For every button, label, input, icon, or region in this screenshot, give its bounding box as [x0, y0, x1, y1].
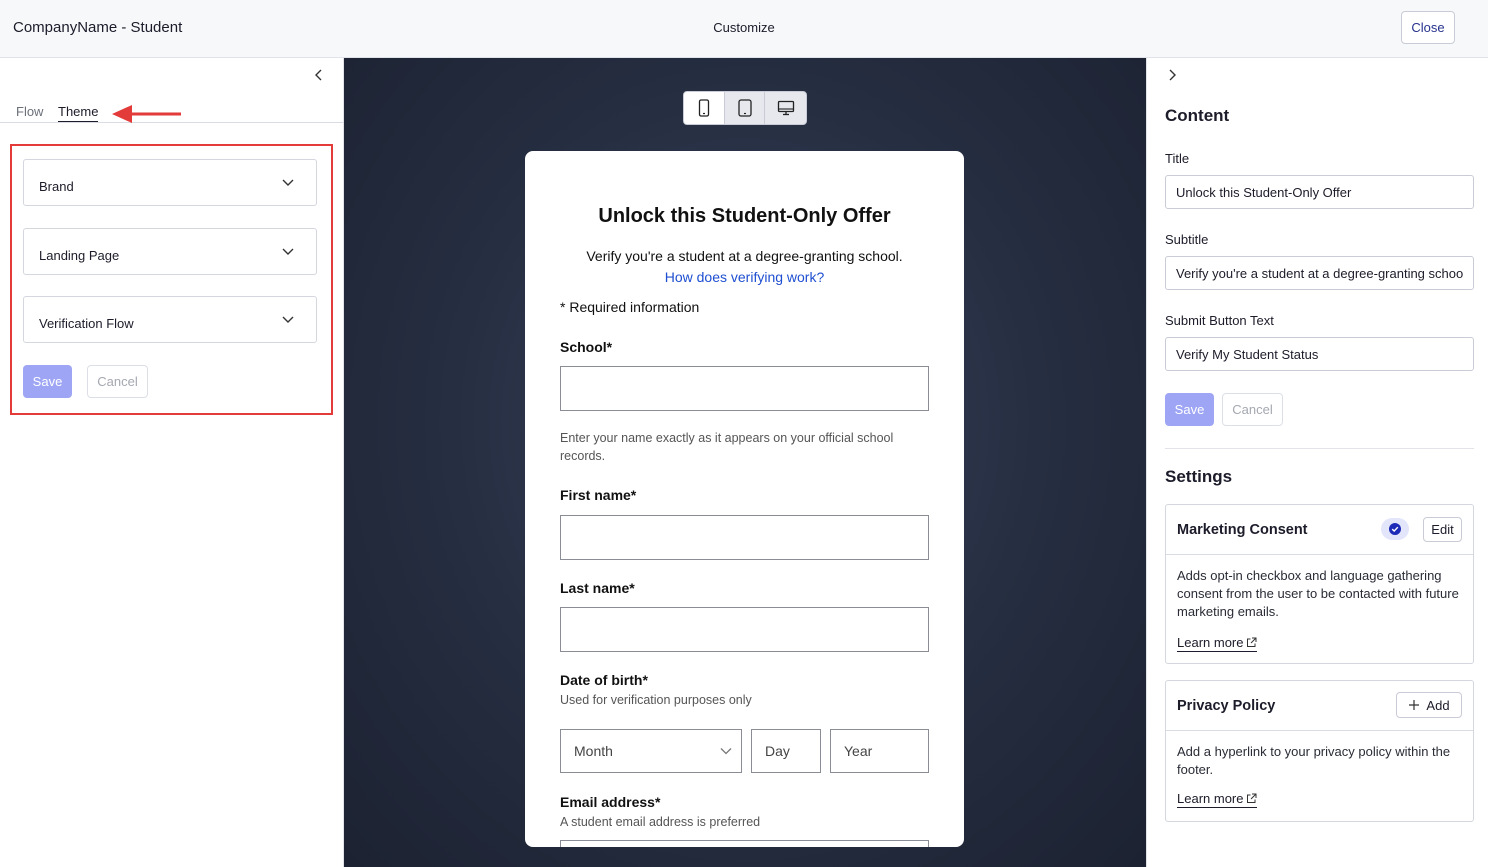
chevron-down-icon [282, 316, 294, 323]
last-name-label: Last name* [560, 580, 635, 596]
mobile-icon [698, 99, 709, 117]
marketing-consent-card: Marketing Consent Edit Adds opt-in check… [1165, 504, 1474, 664]
first-name-input[interactable] [560, 515, 929, 560]
marketing-learn-more-link[interactable]: Learn more [1177, 635, 1258, 652]
annotation-arrow-icon [112, 105, 181, 123]
accordion-label: Verification Flow [39, 316, 134, 331]
tab-flow[interactable]: Flow [16, 104, 43, 121]
school-input[interactable] [560, 366, 929, 411]
accordion-label: Landing Page [39, 248, 120, 263]
device-desktop-button[interactable] [765, 92, 806, 124]
form-subtitle: Verify you're a student at a degree-gran… [586, 248, 903, 264]
theme-save-button[interactable]: Save [23, 365, 72, 398]
chevron-down-icon [720, 748, 732, 755]
subtitle-field-label: Subtitle [1165, 232, 1209, 247]
form-title: Unlock this Student-Only Offer [598, 205, 891, 227]
privacy-learn-more-link[interactable]: Learn more [1177, 791, 1258, 808]
accordion-brand[interactable]: Brand [23, 159, 317, 206]
title-field-label: Title [1165, 151, 1190, 166]
card-header: Marketing Consent Edit [1166, 505, 1473, 555]
chevron-left-icon[interactable] [310, 66, 328, 84]
marketing-consent-title: Marketing Consent [1177, 522, 1308, 538]
device-toggle [683, 91, 807, 125]
submit-button-text-input[interactable] [1165, 337, 1474, 371]
accordion-label: Brand [39, 179, 74, 194]
chevron-down-icon [282, 179, 294, 186]
required-info-note: * Required information [560, 299, 700, 315]
how-verifying-works-link[interactable]: How does verifying work? [525, 269, 964, 285]
content-cancel-button[interactable]: Cancel [1222, 393, 1283, 426]
title-input[interactable] [1165, 175, 1474, 209]
top-bar: CompanyName - Student Customize Close [0, 0, 1488, 58]
plus-icon [1409, 700, 1420, 710]
learn-more-label: Learn more [1177, 635, 1244, 650]
dob-label: Date of birth* [560, 672, 648, 688]
card-header: Privacy Policy Add [1166, 681, 1473, 731]
enabled-check-icon [1381, 518, 1409, 540]
learn-more-label: Learn more [1177, 791, 1244, 806]
content-save-button[interactable]: Save [1165, 393, 1214, 426]
email-label: Email address* [560, 794, 661, 810]
left-panel: Flow Theme Brand Landing Page Verificati… [0, 58, 344, 867]
last-name-input[interactable] [560, 607, 929, 652]
section-divider [1165, 448, 1474, 449]
chevron-right-icon[interactable] [1163, 66, 1181, 84]
email-help-text: A student email address is preferred [560, 815, 761, 829]
theme-cancel-button[interactable]: Cancel [87, 365, 148, 398]
tab-theme[interactable]: Theme [58, 104, 99, 122]
accordion-verification-flow[interactable]: Verification Flow [23, 296, 317, 343]
chevron-down-icon [282, 248, 294, 255]
first-name-label: First name* [560, 487, 637, 503]
content-heading: Content [1165, 106, 1230, 125]
marketing-consent-edit-button[interactable]: Edit [1423, 517, 1462, 542]
close-button[interactable]: Close [1401, 11, 1455, 44]
privacy-policy-title: Privacy Policy [1177, 698, 1276, 714]
subtitle-input[interactable] [1165, 256, 1474, 290]
external-link-icon [1247, 637, 1257, 647]
external-link-icon [1247, 793, 1257, 803]
form-preview-card: Unlock this Student-Only Offer Verify yo… [525, 151, 964, 847]
dob-day-placeholder: Day [765, 743, 790, 759]
dob-month-select[interactable]: Month [560, 729, 742, 773]
privacy-policy-add-button[interactable]: Add [1396, 692, 1462, 718]
settings-heading: Settings [1165, 467, 1233, 486]
tablet-icon [737, 99, 752, 117]
email-input[interactable] [560, 840, 929, 847]
dob-year-placeholder: Year [844, 743, 873, 759]
app-title: CompanyName - Student [13, 19, 183, 36]
dob-day-input[interactable]: Day [751, 729, 821, 773]
school-label: School* [560, 339, 613, 355]
submit-text-field-label: Submit Button Text [1165, 313, 1274, 328]
dob-help-text: Used for verification purposes only [560, 693, 752, 707]
privacy-policy-description: Add a hyperlink to your privacy policy w… [1177, 744, 1451, 777]
page-title: Customize [713, 20, 775, 35]
dob-month-value: Month [574, 743, 613, 759]
desktop-icon [777, 100, 794, 116]
school-help-text: Enter your name exactly as it appears on… [560, 431, 894, 463]
dob-year-input[interactable]: Year [830, 729, 929, 773]
add-label: Add [1426, 697, 1450, 713]
right-panel: Content Title Subtitle Submit Button Tex… [1146, 58, 1488, 867]
device-mobile-button[interactable] [684, 92, 725, 124]
preview-area: Unlock this Student-Only Offer Verify yo… [344, 58, 1146, 867]
device-tablet-button[interactable] [725, 92, 766, 124]
privacy-policy-card: Privacy Policy Add Add a hyperlink to yo… [1165, 680, 1474, 822]
marketing-consent-description: Adds opt-in checkbox and language gather… [1177, 568, 1459, 619]
accordion-landing-page[interactable]: Landing Page [23, 228, 317, 275]
